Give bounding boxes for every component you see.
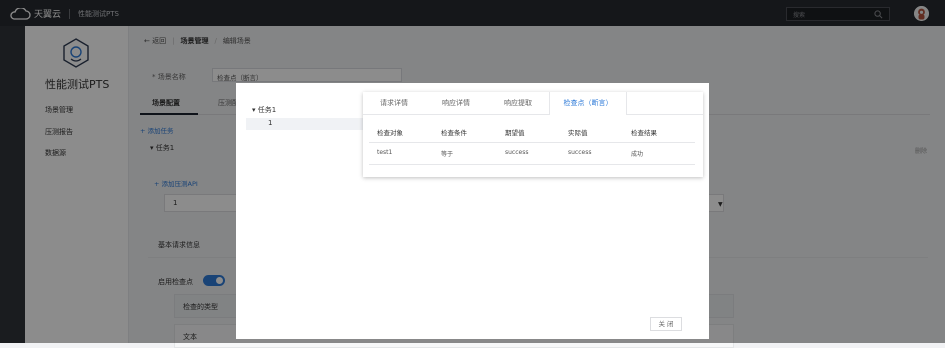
column-header: 期望值 (505, 129, 525, 137)
table-cell: 等于 (441, 151, 454, 158)
tab-request-details[interactable]: 请求详情 (363, 92, 425, 114)
tree-node-task[interactable]: ▾ 任务1 (252, 105, 276, 115)
column-header: 实际值 (568, 129, 588, 137)
checkpoint-modal: ▾ 任务1 1 请求详情 响应详情 响应提取 检查点（断言） 检查对象 检查条件… (236, 83, 709, 339)
column-header: 检查结果 (631, 129, 657, 137)
table-header: 检查对象 检查条件 期望值 实际值 检查结果 (369, 120, 695, 143)
table-row: test1 等于 success success 成功 (369, 142, 695, 165)
table-cell: test1 (377, 149, 393, 156)
tab-checkpoint[interactable]: 检查点（断言） (549, 92, 627, 115)
detail-tabs: 请求详情 响应详情 响应提取 检查点（断言） (363, 92, 703, 115)
table-cell: 成功 (631, 151, 644, 158)
tree-node-label: 1 (268, 119, 273, 127)
tree-node-api[interactable]: 1 (246, 118, 364, 130)
tab-response-details[interactable]: 响应详情 (425, 92, 487, 114)
column-header: 检查条件 (441, 129, 467, 137)
table-cell: success (568, 149, 592, 156)
table-cell: success (505, 149, 529, 156)
column-header: 检查对象 (377, 129, 403, 137)
tab-response-extract[interactable]: 响应提取 (487, 92, 549, 114)
close-button[interactable]: 关 闭 (650, 317, 682, 331)
detail-panel: 请求详情 响应详情 响应提取 检查点（断言） 检查对象 检查条件 期望值 实际值… (363, 92, 703, 177)
